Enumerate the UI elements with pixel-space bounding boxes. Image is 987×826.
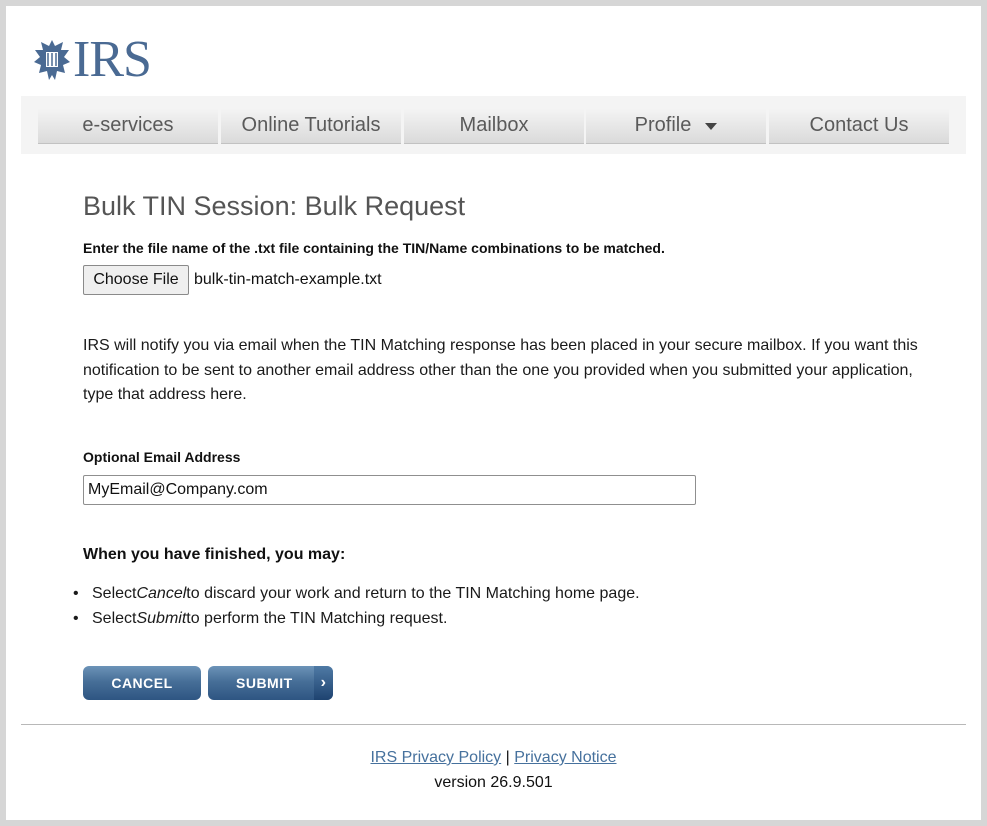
list-item: • SelectCancelto discard your work and re… [73, 585, 640, 602]
main-nav: e-services Online Tutorials Mailbox Prof… [21, 96, 966, 154]
nav-profile[interactable]: Profile [586, 107, 766, 144]
privacy-notice-link[interactable]: Privacy Notice [514, 749, 616, 766]
nav-contact-us[interactable]: Contact Us [769, 107, 949, 144]
nav-label: e-services [82, 113, 174, 136]
irs-logo[interactable]: IRS [33, 31, 152, 88]
nav-label: Mailbox [459, 113, 529, 136]
nav-e-services[interactable]: e-services [38, 107, 218, 144]
nav-label: Profile [634, 113, 692, 136]
irs-eagle-icon [34, 40, 70, 80]
footer-separator: | [505, 749, 510, 766]
chevron-right-icon: › [314, 666, 333, 700]
footer-links: IRS Privacy Policy | Privacy Notice [6, 749, 981, 767]
submit-label: SUBMIT [236, 675, 293, 691]
instructions-list: • SelectCancelto discard your work and re… [73, 581, 640, 631]
version-text: version 26.9.501 [434, 774, 553, 791]
cancel-button[interactable]: CANCEL [83, 666, 201, 700]
email-field[interactable] [83, 475, 696, 505]
footer-divider [21, 724, 966, 725]
file-label: Enter the file name of the .txt file con… [83, 240, 665, 256]
selected-file-name: bulk-tin-match-example.txt [194, 271, 382, 288]
page-title: Bulk TIN Session: Bulk Request [83, 191, 466, 221]
caret-down-icon [705, 122, 718, 130]
email-label: Optional Email Address [83, 449, 241, 465]
choose-file-button[interactable]: Choose File [83, 265, 189, 295]
privacy-policy-link[interactable]: IRS Privacy Policy [370, 749, 501, 766]
nav-label: Contact Us [809, 113, 909, 136]
nav-label: Online Tutorials [241, 113, 381, 136]
email-notice-text: IRS will notify you via email when the T… [83, 337, 918, 403]
nav-online-tutorials[interactable]: Online Tutorials [221, 107, 401, 144]
logo-text: IRS [73, 31, 152, 88]
submit-button[interactable]: SUBMIT › [208, 666, 333, 700]
nav-mailbox[interactable]: Mailbox [404, 107, 584, 144]
list-item: • SelectSubmitto perform the TIN Matching… [73, 610, 448, 627]
cancel-label: CANCEL [111, 675, 173, 691]
finished-heading: When you have finished, you may: [83, 546, 346, 563]
page-frame: IRS e-services Online Tutorials Mailbox … [6, 6, 981, 820]
